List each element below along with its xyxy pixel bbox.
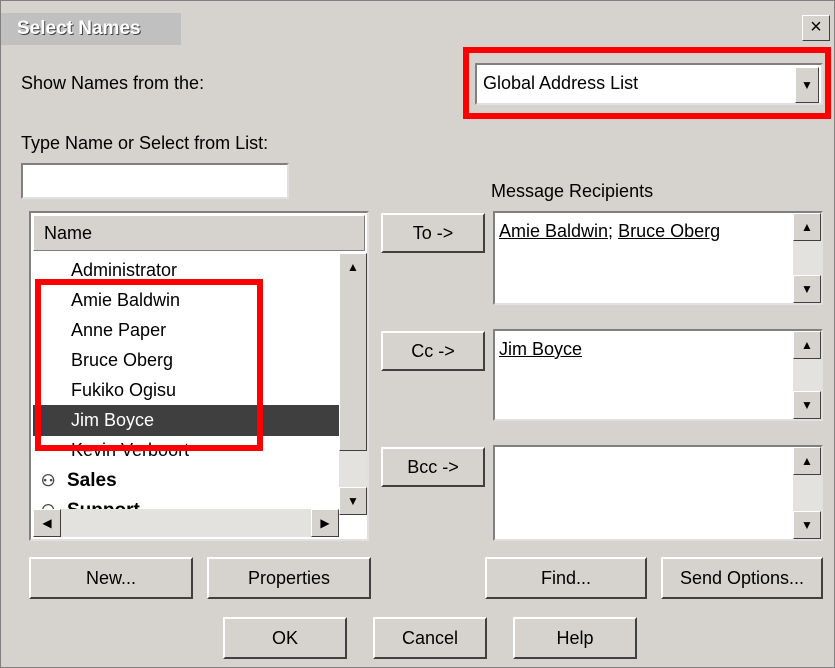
scroll-up-icon[interactable]: ▲ (793, 213, 821, 241)
scroll-down-icon[interactable]: ▼ (793, 391, 821, 419)
new-button[interactable]: New... (29, 557, 193, 599)
list-item-label: Administrator (71, 260, 178, 280)
bcc-scrollbar[interactable]: ▲ ▼ (793, 447, 821, 539)
scroll-thumb[interactable] (339, 271, 367, 451)
to-recipients: Amie Baldwin; Bruce Oberg (499, 221, 720, 242)
send-options-button[interactable]: Send Options... (661, 557, 823, 599)
show-names-label: Show Names from the: (21, 73, 205, 93)
type-name-label: Type Name or Select from List: (21, 133, 269, 153)
to-scrollbar[interactable]: ▲ ▼ (793, 213, 821, 303)
scroll-up-icon[interactable]: ▲ (793, 447, 821, 475)
highlight-selected-names (35, 279, 263, 451)
bcc-recipients-field[interactable]: ▲ ▼ (493, 445, 823, 541)
to-button[interactable]: To -> (381, 213, 485, 253)
select-names-dialog: Select Names × Show Names from the: Glob… (0, 0, 835, 668)
name-column-header[interactable]: Name (33, 215, 365, 251)
scroll-left-icon[interactable]: ◀ (33, 509, 61, 537)
list-vertical-scrollbar[interactable]: ▲ ▼ (339, 253, 367, 515)
scroll-down-icon[interactable]: ▼ (793, 275, 821, 303)
list-item[interactable]: ⚇ Sales (33, 465, 339, 496)
list-horizontal-scrollbar[interactable]: ◀ ▶ (33, 509, 339, 537)
group-icon: ⚇ (41, 473, 56, 490)
window-title: Select Names (1, 13, 181, 45)
properties-button[interactable]: Properties (207, 557, 371, 599)
ok-button[interactable]: OK (223, 617, 347, 659)
cc-scrollbar[interactable]: ▲ ▼ (793, 331, 821, 419)
cancel-button[interactable]: Cancel (373, 617, 487, 659)
find-button[interactable]: Find... (485, 557, 647, 599)
help-button[interactable]: Help (513, 617, 637, 659)
scroll-down-icon[interactable]: ▼ (793, 511, 821, 539)
to-separator: ; (608, 221, 619, 241)
cc-recipient[interactable]: Jim Boyce (499, 339, 582, 359)
highlight-address-list (463, 47, 831, 119)
bcc-button[interactable]: Bcc -> (381, 447, 485, 487)
scroll-up-icon[interactable]: ▲ (793, 331, 821, 359)
cc-button[interactable]: Cc -> (381, 331, 485, 371)
cc-recipients-field[interactable]: Jim Boyce ▲ ▼ (493, 329, 823, 421)
to-recipient[interactable]: Bruce Oberg (618, 221, 720, 241)
scroll-right-icon[interactable]: ▶ (311, 509, 339, 537)
close-button[interactable]: × (802, 15, 830, 41)
cc-recipients: Jim Boyce (499, 339, 582, 360)
title-bar[interactable]: Select Names × (1, 1, 834, 45)
to-recipients-field[interactable]: Amie Baldwin; Bruce Oberg ▲ ▼ (493, 211, 823, 305)
to-recipient[interactable]: Amie Baldwin (499, 221, 608, 241)
scroll-down-icon[interactable]: ▼ (339, 487, 367, 515)
message-recipients-label: Message Recipients (491, 181, 654, 201)
list-item-label: Sales (67, 470, 117, 491)
type-name-input[interactable] (21, 163, 289, 199)
